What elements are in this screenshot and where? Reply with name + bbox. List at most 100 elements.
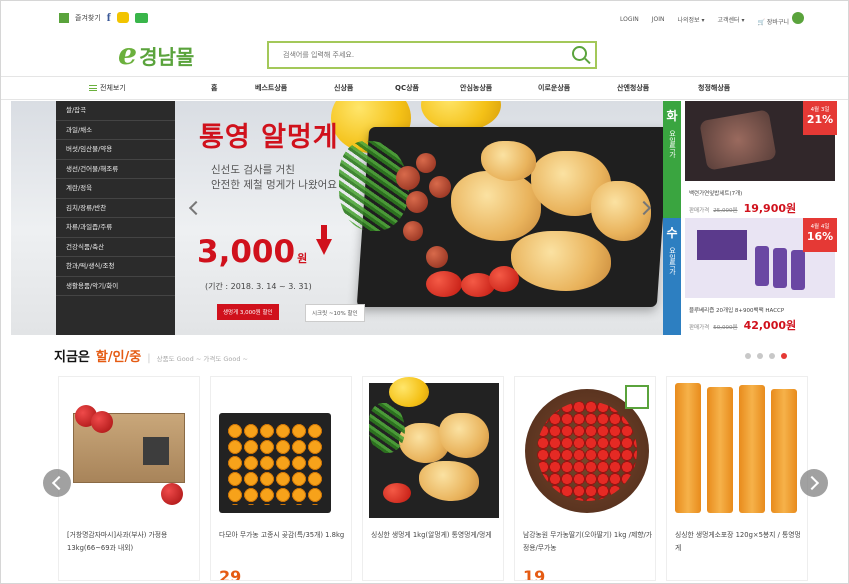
product-card[interactable]: 남강농원 무가농딸기(오아딸기) 1kg /제향/가정용/무가농 19 [514,376,656,581]
hero-banner[interactable]: 쌀/잡곡 과일/채소 버섯/임산물/약용 생선/건어물/해조류 계란/정육 김치… [11,101,839,335]
category-item[interactable]: 생선/건어물/해조류 [56,160,175,179]
daily-deals-panel: 화 요일특가 4월 3일 21% 백련가연잎밥세트(7개) 판매가격 25,000원… [663,101,839,335]
product-name: 싱싱한 생멍게 1kg(알멍게) 통영멍게/멍게 [371,531,492,539]
cart-link[interactable]: 🛒 장바구니 [757,12,804,26]
page-frame: 즐겨찾기 f LOGIN JOIN 나의정보 ▾ 고객센터 ▾ 🛒 장바구니 e… [0,0,849,584]
apple-image [91,411,113,433]
carousel-dot-active[interactable] [781,353,787,359]
product-name: 남강농원 무가농딸기(오아딸기) 1kg /제향/가정용/무가농 [523,531,652,552]
packaged-pouch-image [707,387,733,513]
hero-price-unit: 원 [297,252,308,265]
carousel-dot[interactable] [757,353,763,359]
deal-price-row: 판매가격 50,000원 42,000원 [689,317,796,333]
hero-price: 3,000 원 [197,234,307,270]
hero-prev-icon[interactable] [188,200,204,216]
category-item[interactable]: 쌀/잡곡 [56,101,175,121]
bookmark-icon[interactable] [59,12,69,23]
kakaotalk-icon[interactable] [134,12,148,23]
hero-price-value: 3,000 [197,234,296,270]
juice-pouch-image [773,248,787,288]
tomato-image [383,483,411,503]
wednesday-deal-card[interactable]: 4월 4일 16% 블루베리즙 20개입 8+900백팩 HACCP 판매가격 50… [685,218,837,335]
category-item[interactable]: 계란/정육 [56,179,175,199]
roe-image [426,246,448,268]
my-info-menu[interactable]: 나의정보 ▾ [678,15,705,24]
category-item[interactable]: 한과/떡/생식/조청 [56,257,175,277]
all-categories-button[interactable]: 전체보기 [89,83,126,93]
site-logo[interactable]: e 경남몰 [118,37,194,72]
nav-safe-farm[interactable]: 안심농상품 [460,83,492,93]
category-item[interactable]: 건강식품/축산 [56,238,175,257]
product-card[interactable]: 싱싱한 생멍게 1kg(알멍게) 통영멍게/멍게 [362,376,504,581]
packaged-pouch-image [771,389,797,513]
tuesday-deal-tab[interactable]: 화 요일특가 [663,101,681,218]
section-subtitle: 상품도 Good ~ 가격도 Good ~ [156,355,248,363]
products-next-button[interactable] [800,469,828,497]
deal-day: 화 [666,109,678,123]
nav-clean-sea[interactable]: 청정해상품 [698,83,730,93]
roe-image [429,176,451,198]
farmer-photo-image [143,437,169,465]
category-item[interactable]: 생활용품/악기/화이 [56,277,175,296]
facebook-icon[interactable]: f [107,10,111,25]
category-item[interactable]: 김치/장류/반찬 [56,199,175,218]
deal-day: 수 [666,226,678,240]
product-image [65,383,195,518]
deal-percent: 16% [806,230,834,243]
carousel-dot[interactable] [769,353,775,359]
logo-letter: e [118,37,138,72]
menu-icon [89,85,97,91]
hero-period: (기간 : 2018. 3. 14 ~ 3. 31) [205,282,312,291]
product-name: 다모아 무가농 고종시 곶감(특/35개) 1.8kg [219,531,345,539]
secret-discount-button[interactable]: 시크릿 ~10% 할인 [305,304,365,322]
social-links: 즐겨찾기 f [59,10,148,25]
lemon-image [389,377,429,407]
product-card[interactable]: [거창명감자마시]사과(부사) 가정용 13kg(66~69과 내외) [58,376,200,581]
join-link[interactable]: JOIN [652,16,665,23]
roe-image [406,191,428,213]
nav-qc[interactable]: QC상품 [395,83,419,93]
product-price: 29 [219,567,242,581]
category-menu: 쌀/잡곡 과일/채소 버섯/임산물/약용 생선/건어물/해조류 계란/정육 김치… [56,101,175,335]
carousel-pagination [745,353,787,359]
roe-image [416,153,436,173]
juice-box-image [697,230,747,260]
deal-percent: 21% [806,113,834,126]
product-card[interactable]: 싱싱한 생멍게소포장 120g×5봉지 / 통영멍게 [666,376,808,581]
dried-persimmon-image [227,423,323,505]
main-nav: 전체보기 홈 베스트상품 신상품 QC상품 안심농상품 이로운상품 산엔청상품 … [1,76,848,100]
juice-pouch-image [755,246,769,286]
nav-eroun[interactable]: 이로운상품 [538,83,570,93]
bookmark-link[interactable]: 즐겨찾기 [75,13,101,23]
category-item[interactable]: 과일/채소 [56,121,175,140]
cart-label: 장바구니 [766,19,789,26]
carousel-dot[interactable] [745,353,751,359]
deal-price-row: 판매가격 25,000원 19,900원 [689,200,796,216]
nav-home[interactable]: 홈 [211,83,217,93]
discount-button[interactable]: 생멍게 3,000원 할인 [217,304,279,320]
products-prev-button[interactable] [43,469,71,497]
price-down-arrow-icon [316,225,332,255]
tomato-image [426,271,462,297]
category-item[interactable]: 차류/과일즙/주류 [56,218,175,238]
nav-best[interactable]: 베스트상품 [255,83,287,93]
nav-new[interactable]: 신상품 [334,83,353,93]
deal-old-price: 50,000원 [713,325,738,331]
nav-sanencheong[interactable]: 산엔청상품 [617,83,649,93]
packaged-pouch-image [739,385,765,513]
search-input[interactable] [269,43,559,67]
cart-icon: 🛒 [757,19,765,26]
tuesday-deal-card[interactable]: 4월 3일 21% 백련가연잎밥세트(7개) 판매가격 25,000원 19,900원 [685,101,837,218]
deal-price-label: 판매가격 [689,208,710,214]
kakaostory-icon[interactable] [116,12,129,23]
category-item[interactable]: 버섯/임산물/약용 [56,140,175,160]
rice-cake-image [699,109,777,171]
customer-center-menu[interactable]: 고객센터 ▾ [718,15,745,24]
product-image [521,383,651,518]
wednesday-deal-tab[interactable]: 수 요일특가 [663,218,681,335]
login-link[interactable]: LOGIN [620,16,639,23]
product-card[interactable]: 다모아 무가농 고종시 곶감(특/35개) 1.8kg 29 [210,376,352,581]
deal-price: 42,000원 [743,319,797,332]
section-title-highlight: 할/인/중 [95,350,142,365]
search-icon[interactable] [572,46,587,61]
